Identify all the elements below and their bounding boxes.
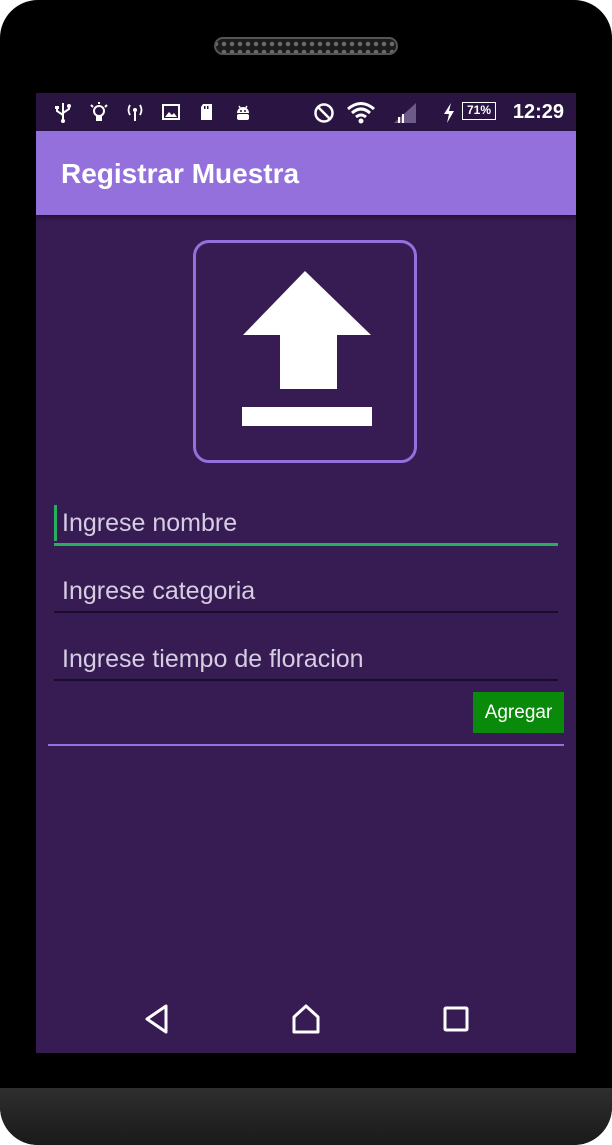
categoria-input[interactable] xyxy=(54,571,558,611)
upload-icon xyxy=(242,271,372,426)
screen: 71% 12:29 Registrar Muestra Agregar xyxy=(36,93,576,1053)
back-icon[interactable] xyxy=(142,1002,172,1036)
floracion-field[interactable] xyxy=(54,639,558,681)
usb-icon xyxy=(55,103,71,123)
upload-image-button[interactable] xyxy=(193,240,417,463)
recents-icon[interactable] xyxy=(442,1002,470,1036)
battery-level: 71% xyxy=(462,102,496,120)
status-bar: 71% 12:29 xyxy=(36,93,576,131)
phone-speaker xyxy=(214,37,398,55)
nombre-field[interactable] xyxy=(54,503,558,546)
home-icon[interactable] xyxy=(290,1002,322,1036)
divider xyxy=(48,744,564,746)
android-icon xyxy=(237,105,249,120)
image-icon xyxy=(162,104,180,120)
phone-chin xyxy=(0,1088,612,1145)
app-bar: Registrar Muestra xyxy=(36,131,576,215)
radio-tower-icon xyxy=(127,104,143,121)
sd-card-icon xyxy=(201,104,212,120)
charging-icon xyxy=(444,103,454,123)
bulb-icon xyxy=(90,102,108,121)
signal-icon xyxy=(394,103,416,123)
floracion-input[interactable] xyxy=(54,639,558,679)
clock: 12:29 xyxy=(512,101,564,123)
nombre-input[interactable] xyxy=(54,503,558,543)
add-button[interactable]: Agregar xyxy=(473,692,564,733)
do-not-disturb-icon xyxy=(314,103,334,123)
categoria-field[interactable] xyxy=(54,571,558,613)
page-title: Registrar Muestra xyxy=(61,158,300,189)
navigation-bar xyxy=(36,988,576,1053)
wifi-icon xyxy=(347,102,375,124)
